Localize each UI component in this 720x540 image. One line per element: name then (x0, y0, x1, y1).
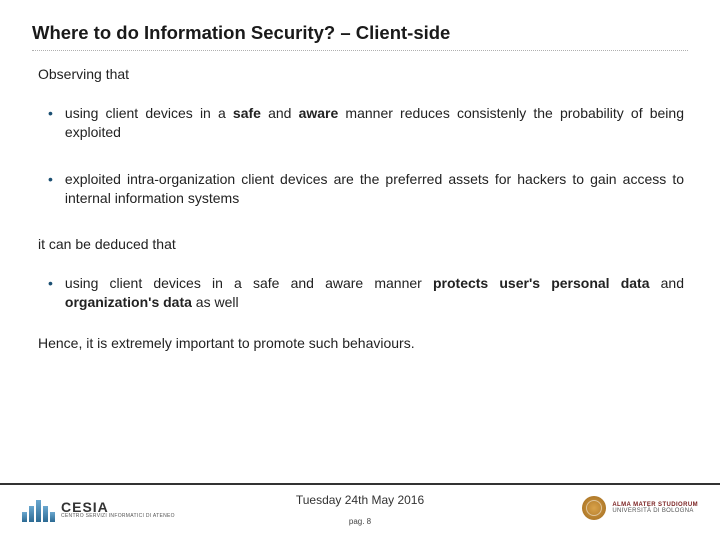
slide: Where to do Information Security? – Clie… (0, 0, 720, 353)
unibo-line2: UNIVERSITÀ DI BOLOGNA (612, 508, 698, 514)
bullet-3: • using client devices in a safe and awa… (48, 274, 684, 312)
logo-cesia: CESIA CENTRO SERVIZI INFORMATICI DI ATEN… (22, 496, 175, 522)
lead-text: Observing that (38, 65, 684, 84)
bullet-dot-icon: • (48, 104, 53, 123)
unibo-text: ALMA MATER STUDIORUM UNIVERSITÀ DI BOLOG… (612, 502, 698, 514)
b1-mid: and (261, 105, 299, 121)
b1-bold1: safe (233, 105, 261, 121)
cesia-text: CESIA CENTRO SERVIZI INFORMATICI DI ATEN… (61, 500, 175, 519)
b3-pre: using client devices in a safe and aware… (65, 275, 433, 291)
b3-post: as well (192, 294, 239, 310)
b3-bold1: protects user's personal data (433, 275, 650, 291)
cesia-bars-icon (22, 496, 55, 522)
bullet-2: • exploited intra-organization client de… (48, 170, 684, 208)
bullet-2-text: exploited intra-organization client devi… (65, 170, 684, 208)
logo-unibo: ALMA MATER STUDIORUM UNIVERSITÀ DI BOLOG… (582, 496, 698, 520)
cesia-sub: CENTRO SERVIZI INFORMATICI DI ATENEO (61, 514, 175, 519)
bullet-1-text: using client devices in a safe and aware… (65, 104, 684, 142)
unibo-seal-icon (582, 496, 606, 520)
slide-body: Observing that • using client devices in… (32, 65, 688, 353)
bullet-dot-icon: • (48, 170, 53, 189)
b3-mid2: and (650, 275, 685, 291)
b3-bold2: organization's data (65, 294, 192, 310)
footer-rule (0, 483, 720, 485)
title-underline (32, 50, 688, 51)
cesia-name: CESIA (61, 500, 175, 514)
mid-text: it can be deduced that (38, 235, 684, 254)
slide-title: Where to do Information Security? – Clie… (32, 22, 688, 44)
closing-text: Hence, it is extremely important to prom… (38, 334, 684, 353)
bullet-3-text: using client devices in a safe and aware… (65, 274, 684, 312)
b1-bold2: aware (299, 105, 339, 121)
b1-pre: using client devices in a (65, 105, 233, 121)
bullet-dot-icon: • (48, 274, 53, 293)
bullet-1: • using client devices in a safe and awa… (48, 104, 684, 142)
